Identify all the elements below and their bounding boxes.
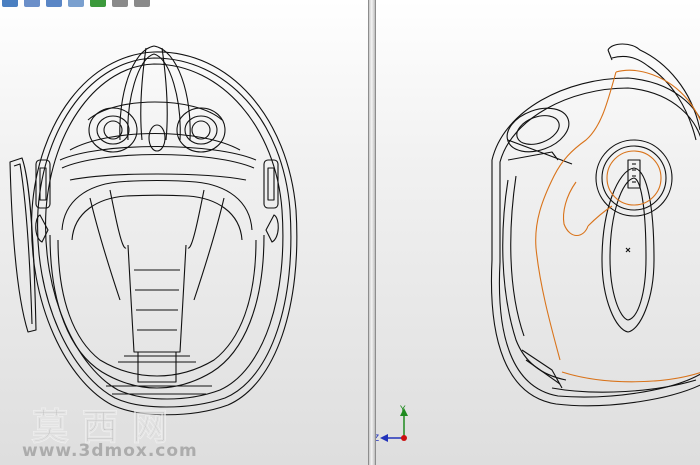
- triad-y-label: Y: [399, 405, 406, 415]
- helmet-side-wireframe: Y Z: [376, 43, 700, 444]
- viewport-splitter[interactable]: [368, 0, 376, 465]
- triad-z-label: Z: [376, 434, 379, 444]
- right-viewport[interactable]: Y Z: [376, 0, 700, 465]
- helmet-front-wireframe: [9, 45, 298, 416]
- left-viewport[interactable]: 莫西网 www.3dmox.com: [0, 0, 368, 465]
- watermark-url: www.3dmox.com: [22, 441, 198, 461]
